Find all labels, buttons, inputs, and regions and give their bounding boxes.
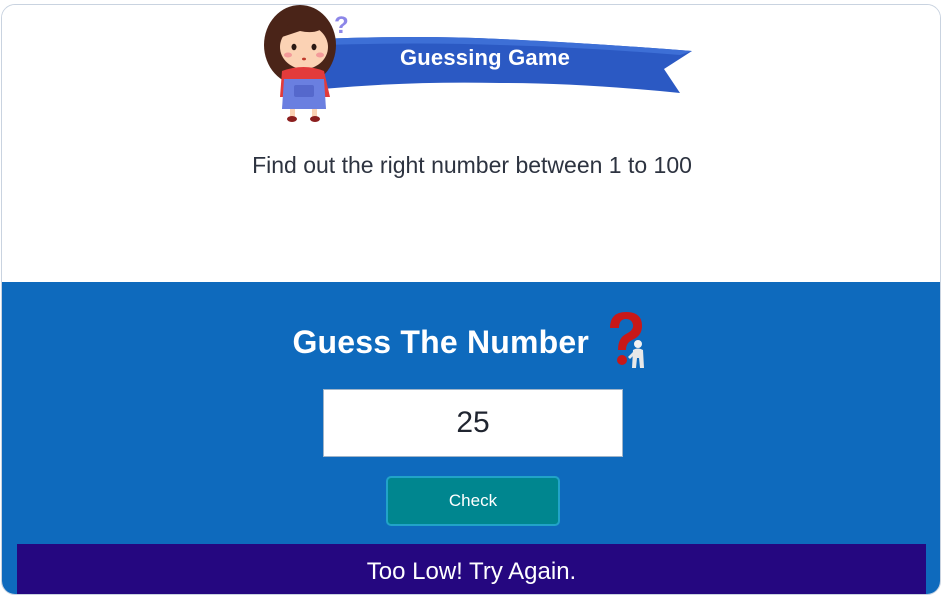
result-message: Too Low! Try Again.: [17, 544, 926, 594]
banner-title: Guessing Game: [399, 45, 571, 70]
guess-input[interactable]: [323, 389, 623, 457]
intro-text: Find out the right number between 1 to 1…: [252, 152, 692, 178]
game-section: Guess The Number Check Too Low! Try Agai…: [2, 282, 940, 594]
game-title-row: Guess The Number: [2, 310, 940, 380]
game-title: Guess The Number: [292, 323, 590, 360]
header-section: ? Guessing Game Find out the right numbe…: [2, 5, 940, 282]
check-button[interactable]: Check: [386, 476, 560, 526]
question-mark-figure-icon: [609, 312, 644, 368]
game-window: ? Guessing Game Find out the right numbe…: [1, 4, 941, 595]
svg-text:?: ?: [334, 12, 349, 39]
